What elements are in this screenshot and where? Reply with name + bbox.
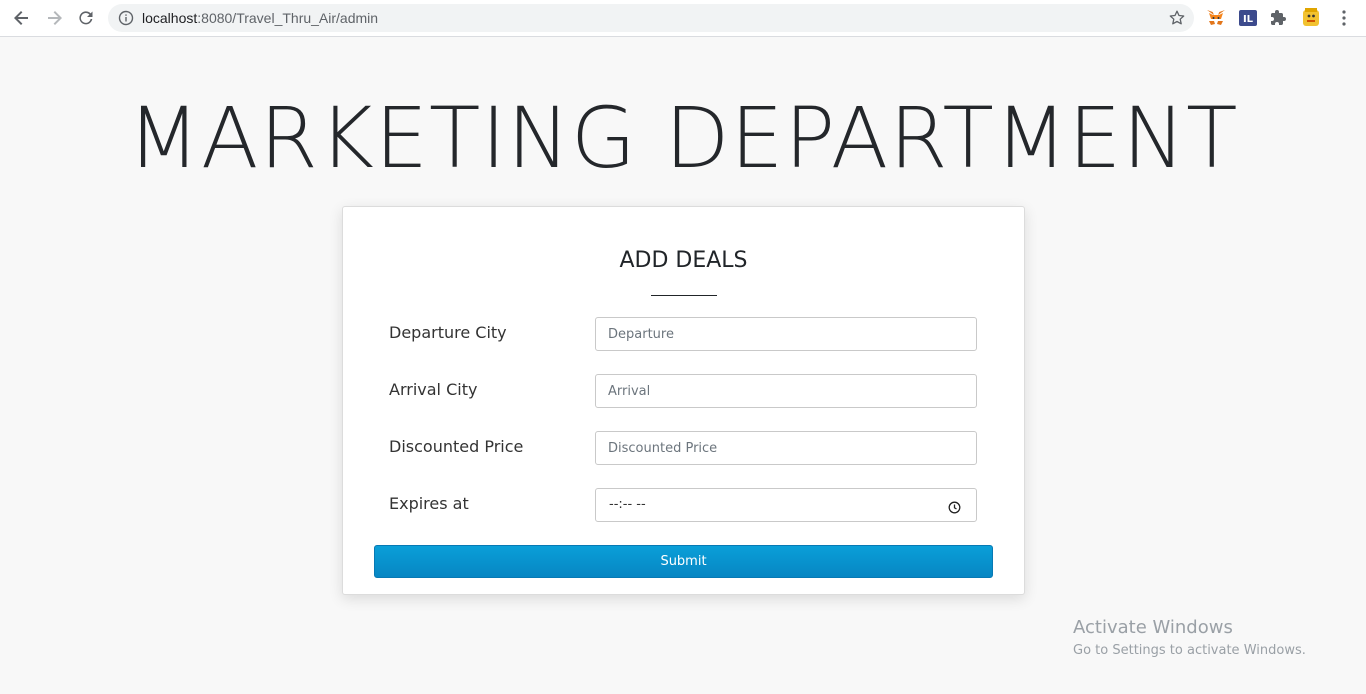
address-bar[interactable]: localhost:8080/Travel_Thru_Air/admin [108,4,1194,32]
time-value: --:-- -- [609,497,646,512]
star-icon[interactable] [1168,9,1186,31]
page-title: MARKETING DEPARTMENT [127,89,1239,187]
reload-icon[interactable] [74,6,98,30]
forward-icon[interactable] [42,6,66,30]
watermark-subtitle: Go to Settings to activate Windows. [1073,643,1306,658]
arrival-city-label: Arrival City [389,380,478,399]
browser-toolbar: localhost:8080/Travel_Thru_Air/admin IL [0,0,1366,37]
il-extension-icon[interactable]: IL [1237,7,1259,29]
url-path: :8080/Travel_Thru_Air/admin [197,10,379,26]
url-host: localhost [142,10,198,26]
departure-city-label: Departure City [389,323,507,342]
discounted-price-label: Discounted Price [389,437,524,456]
svg-text:IL: IL [1243,14,1254,25]
metamask-extension-icon[interactable] [1205,7,1227,29]
menu-kebab-icon[interactable] [1333,7,1355,29]
address-url: localhost:8080/Travel_Thru_Air/admin [142,10,378,26]
arrival-city-input[interactable] [595,374,977,408]
info-icon[interactable] [118,10,134,30]
clock-icon[interactable] [948,499,961,518]
add-deals-card: ADD DEALS Departure City Arrival City Di… [342,206,1025,595]
activate-windows-watermark: Activate Windows Go to Settings to activ… [1073,617,1306,663]
back-icon[interactable] [10,6,34,30]
departure-city-input[interactable] [595,317,977,351]
form-heading: ADD DEALS [619,248,748,273]
discounted-price-input[interactable] [595,431,977,465]
extensions-puzzle-icon[interactable] [1268,7,1290,29]
profile-avatar-icon[interactable] [1300,7,1322,29]
expires-at-time-input[interactable]: --:-- -- [595,488,977,522]
expires-at-label: Expires at [389,494,469,513]
submit-button[interactable]: Submit [374,545,993,578]
watermark-title: Activate Windows [1073,617,1233,638]
heading-underline [651,295,717,296]
